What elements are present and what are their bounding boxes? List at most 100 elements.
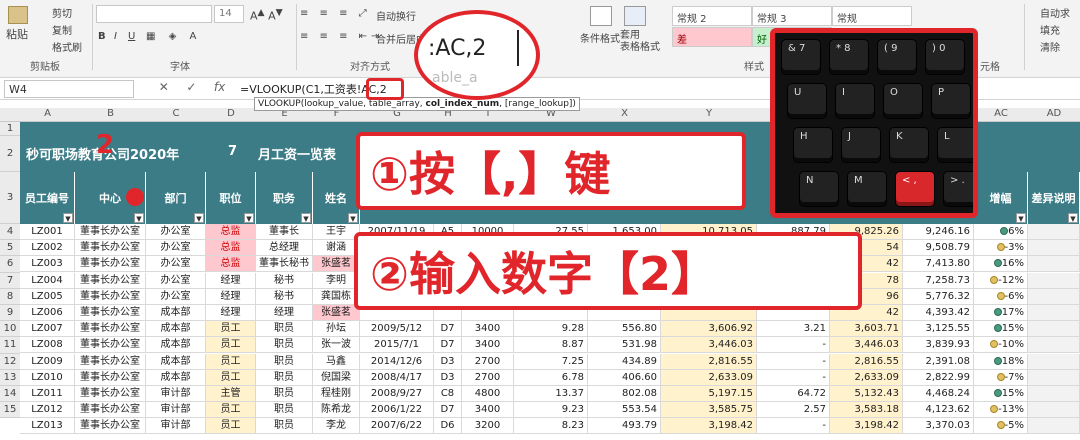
cell[interactable]: 职员 <box>256 353 313 370</box>
row-header-15[interactable]: 15 <box>0 402 20 419</box>
row-header-3[interactable]: 3 <box>0 172 20 224</box>
fill-button[interactable]: 填充 <box>1040 22 1060 37</box>
underline-button[interactable]: U <box>128 31 135 42</box>
cell[interactable]: 3,370.03 <box>903 418 974 435</box>
cell[interactable]: D3 <box>434 353 462 370</box>
autosum-button[interactable]: 自动求 <box>1040 5 1070 20</box>
cell[interactable]: 职员 <box>256 418 313 435</box>
cell[interactable]: LZ005 <box>20 288 75 305</box>
filter-dropdown-icon[interactable]: ▼ <box>244 213 254 223</box>
column-header-AD[interactable]: AD <box>1028 108 1080 119</box>
cell[interactable]: 3,603.71 <box>830 321 903 338</box>
filter-dropdown-icon[interactable]: ▼ <box>348 213 358 223</box>
bold-button[interactable]: B <box>98 31 106 42</box>
cell[interactable]: 经理 <box>206 288 256 305</box>
note-cell[interactable] <box>1028 386 1080 402</box>
cell[interactable]: 办公室 <box>146 240 206 257</box>
cell[interactable]: 董事长办公室 <box>75 224 146 240</box>
cell[interactable]: 7,413.80 <box>903 256 974 273</box>
cell[interactable]: 总监 <box>206 256 256 273</box>
cell[interactable]: 4,123.62 <box>903 402 974 419</box>
row-header-14[interactable]: 14 <box>0 386 20 403</box>
cell[interactable]: 4800 <box>462 386 514 402</box>
format-painter-button[interactable]: 格式刷 <box>52 39 82 54</box>
cell[interactable]: LZ003 <box>20 256 75 273</box>
cell[interactable]: 3400 <box>462 402 514 419</box>
cell[interactable]: -6% <box>974 288 1028 305</box>
cell[interactable]: 3400 <box>462 337 514 354</box>
cell[interactable]: 3,125.55 <box>903 321 974 338</box>
align-icons-2[interactable]: ≡ ≡ ≡ ⇤⇥ <box>300 31 383 42</box>
filter-dropdown-icon[interactable]: ▼ <box>301 213 311 223</box>
cancel-icon[interactable]: ✕ <box>159 80 169 98</box>
cell[interactable]: 审计部 <box>146 418 206 435</box>
note-cell[interactable] <box>1028 305 1080 321</box>
cell[interactable]: 493.79 <box>588 418 661 435</box>
cell[interactable]: 3.21 <box>757 321 830 338</box>
cell[interactable]: LZ001 <box>20 224 75 240</box>
enter-icon[interactable]: ✓ <box>186 80 196 98</box>
cell[interactable]: 3,446.03 <box>661 337 757 354</box>
row-header-4[interactable]: 4 <box>0 224 20 241</box>
cell[interactable]: 9,246.16 <box>903 224 974 240</box>
cell[interactable]: 马鑫 <box>313 353 360 370</box>
cell[interactable]: 2014/12/6 <box>360 353 434 370</box>
note-cell[interactable] <box>1028 272 1080 289</box>
filter-dropdown-icon[interactable]: ▼ <box>194 213 204 223</box>
cell[interactable]: 李龙 <box>313 418 360 435</box>
cell[interactable]: 程桂刚 <box>313 386 360 402</box>
cell[interactable]: 秘书 <box>256 288 313 305</box>
cell[interactable]: 成本部 <box>146 353 206 370</box>
cell[interactable]: 谢涵 <box>313 240 360 257</box>
cell[interactable]: 主管 <box>206 386 256 402</box>
row-header-8[interactable]: 8 <box>0 288 20 305</box>
cell[interactable]: 员工 <box>206 353 256 370</box>
cell[interactable]: 张盛茗 <box>313 256 360 273</box>
cell[interactable]: 3,606.92 <box>661 321 757 338</box>
cell[interactable]: 董事长办公室 <box>75 256 146 273</box>
cell[interactable]: 3200 <box>462 418 514 435</box>
cell[interactable]: 职员 <box>256 386 313 402</box>
conditional-format-button[interactable]: 条件格式 <box>580 30 620 45</box>
cell[interactable]: 职员 <box>256 321 313 338</box>
fx-icon[interactable]: fx <box>214 80 225 98</box>
cell[interactable]: 张盛茗 <box>313 305 360 321</box>
cell[interactable]: 9,508.79 <box>903 240 974 257</box>
cell[interactable]: 董事长办公室 <box>75 337 146 354</box>
cell[interactable]: 成本部 <box>146 337 206 354</box>
cell[interactable]: 审计部 <box>146 402 206 419</box>
cell[interactable]: 434.89 <box>588 353 661 370</box>
cell[interactable]: LZ010 <box>20 369 75 386</box>
cell[interactable]: 总监 <box>206 240 256 257</box>
cell[interactable]: 4,393.42 <box>903 305 974 321</box>
cell[interactable]: LZ007 <box>20 321 75 338</box>
cell[interactable]: 办公室 <box>146 224 206 240</box>
style-normal-3[interactable]: 常规 3 <box>752 6 832 26</box>
cell[interactable]: -10% <box>974 337 1028 354</box>
cell[interactable]: 16% <box>974 256 1028 273</box>
cell[interactable]: 员工 <box>206 369 256 386</box>
column-header-B[interactable]: B <box>75 108 146 119</box>
cell[interactable]: LZ002 <box>20 240 75 257</box>
row-header-1[interactable]: 1 <box>0 122 20 136</box>
cell[interactable]: 经理 <box>256 305 313 321</box>
cell[interactable]: 556.80 <box>588 321 661 338</box>
cell[interactable]: 7,258.73 <box>903 272 974 289</box>
cell[interactable]: 经理 <box>206 305 256 321</box>
cell[interactable]: LZ012 <box>20 402 75 419</box>
cell[interactable]: 2,633.09 <box>661 369 757 386</box>
note-cell[interactable] <box>1028 288 1080 305</box>
cell[interactable]: 总监 <box>206 224 256 240</box>
cell[interactable]: 办公室 <box>146 272 206 289</box>
note-cell[interactable] <box>1028 321 1080 338</box>
cell[interactable]: D7 <box>434 337 462 354</box>
cell[interactable]: 3,583.18 <box>830 402 903 419</box>
row-header-7[interactable]: 7 <box>0 272 20 289</box>
cell[interactable]: 董事长办公室 <box>75 353 146 370</box>
cell[interactable]: -5% <box>974 418 1028 435</box>
cell[interactable]: - <box>757 369 830 386</box>
cell[interactable]: 406.60 <box>588 369 661 386</box>
cell[interactable]: 64.72 <box>757 386 830 402</box>
cell[interactable]: LZ008 <box>20 337 75 354</box>
cell[interactable]: 办公室 <box>146 288 206 305</box>
